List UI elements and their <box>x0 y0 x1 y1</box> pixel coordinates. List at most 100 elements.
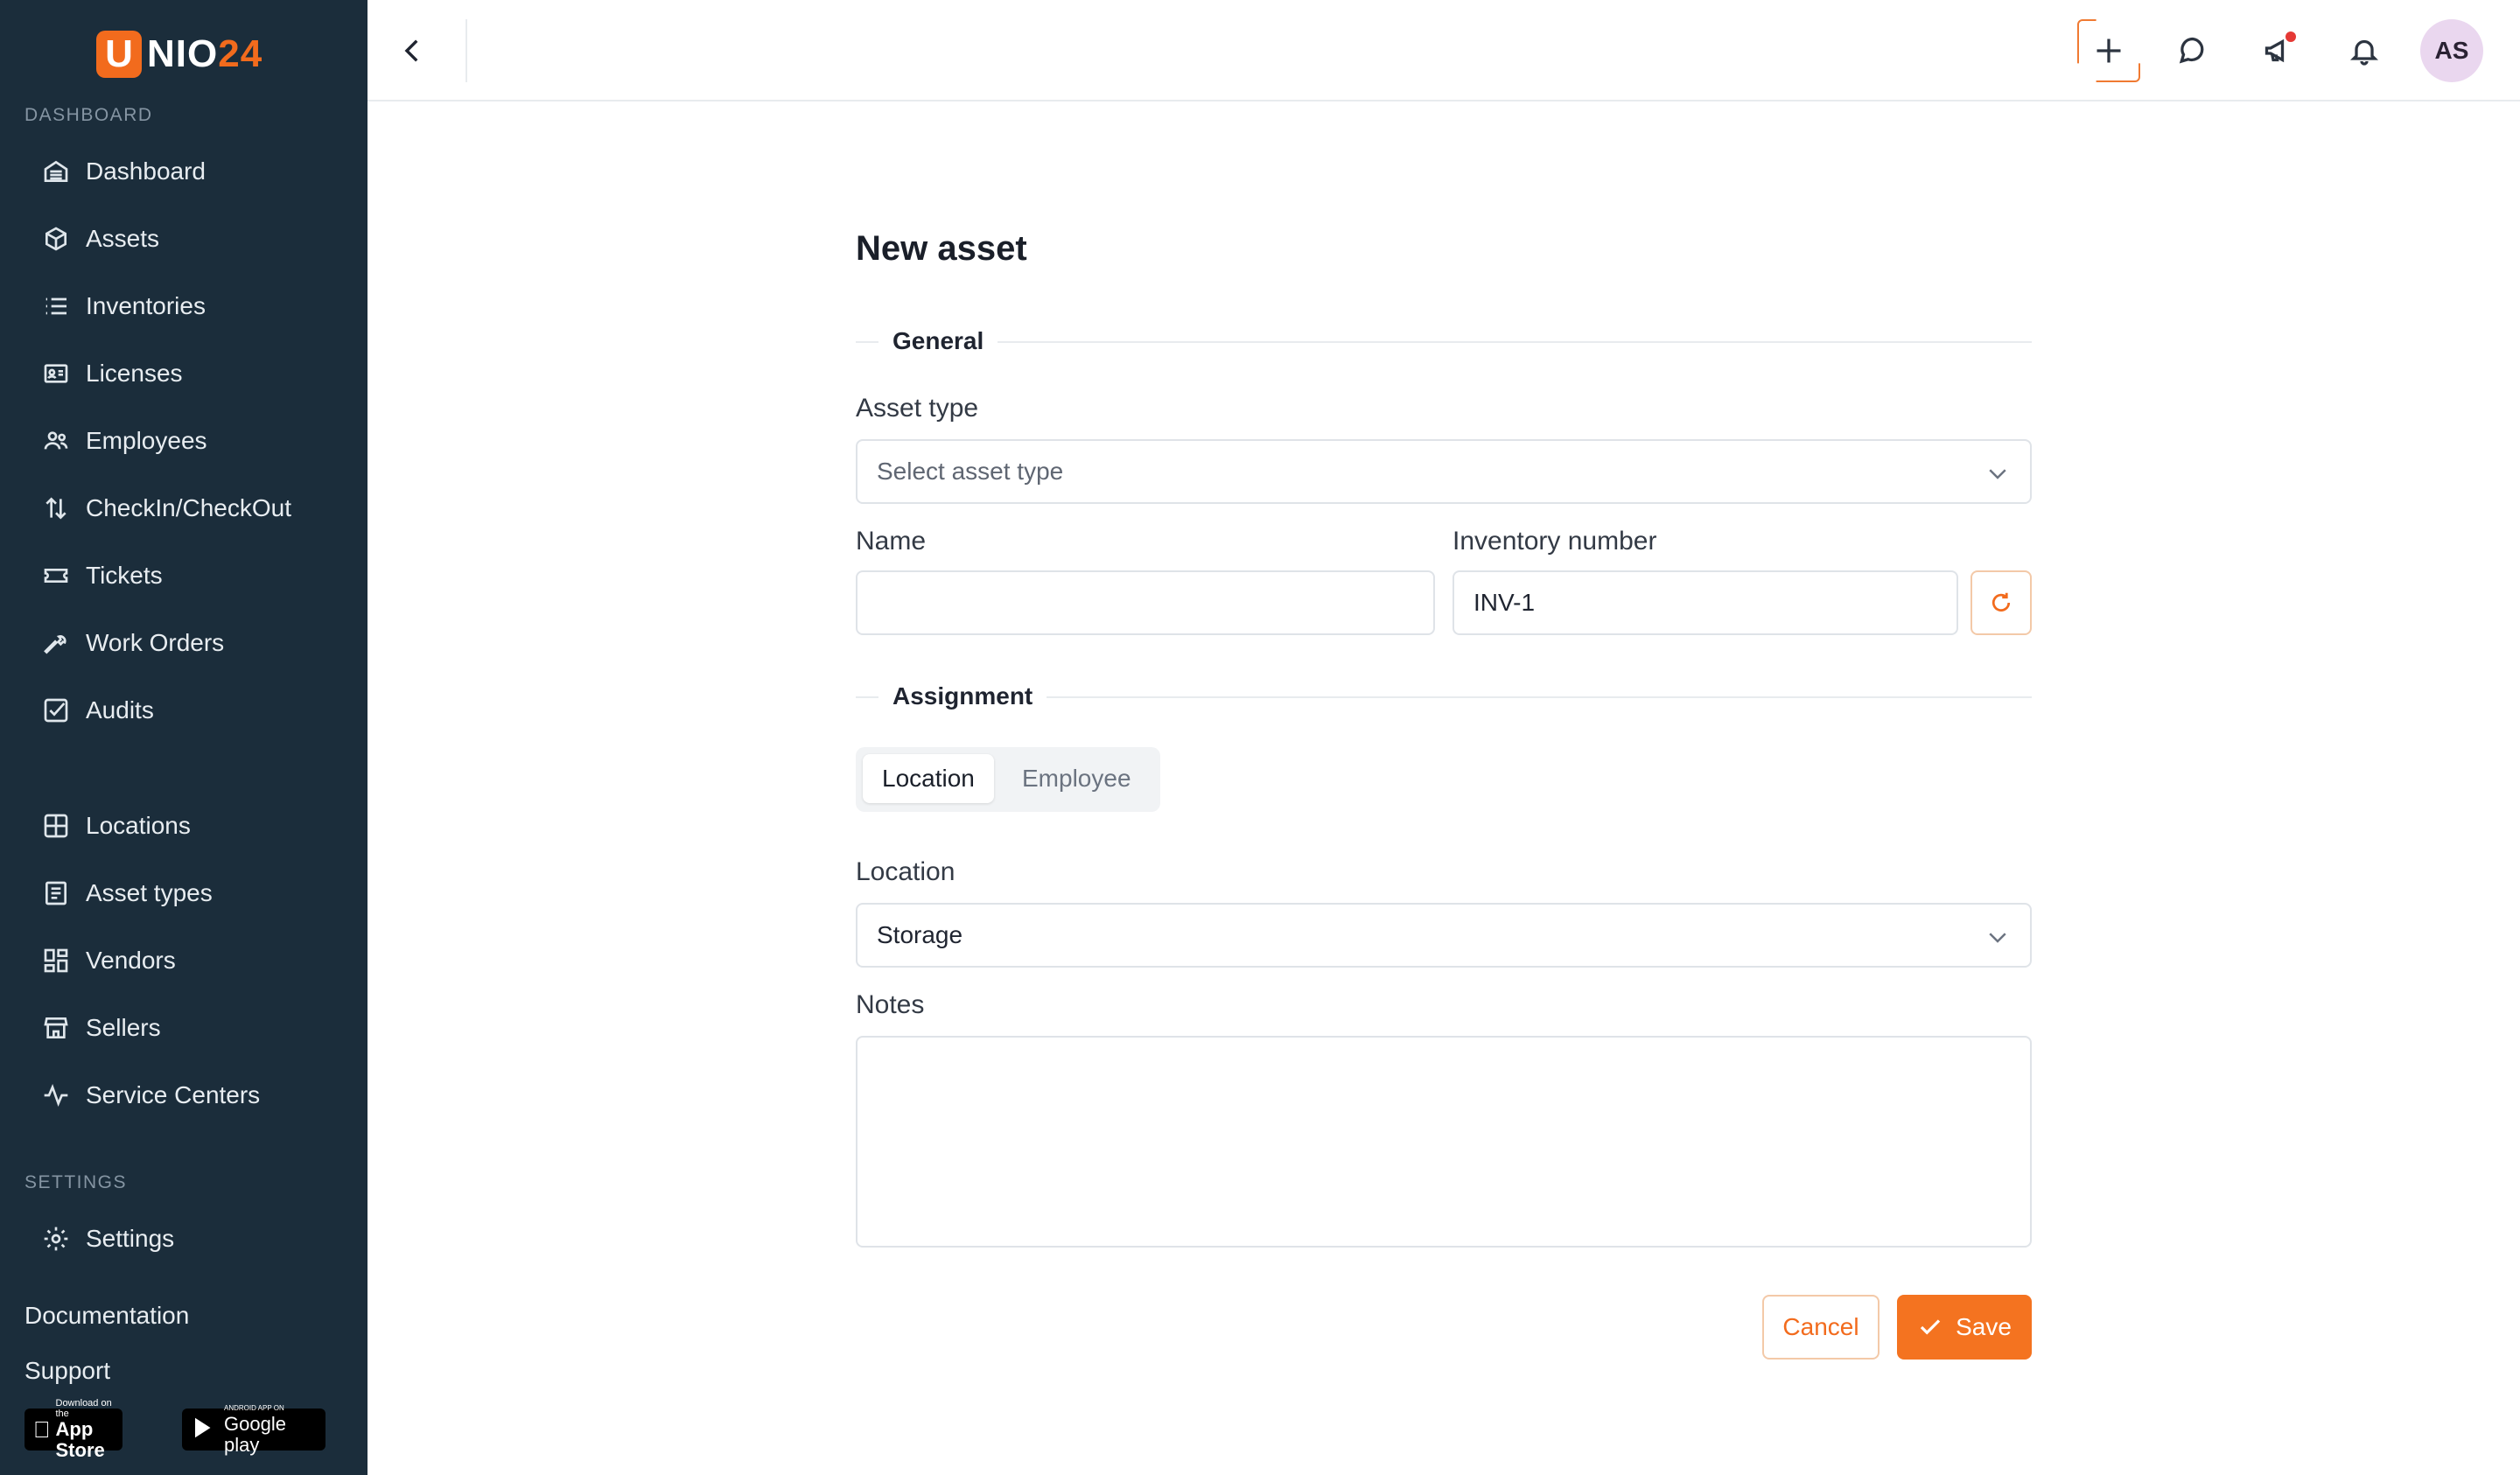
activity-icon <box>38 1078 74 1113</box>
inventory-number-label: Inventory number <box>1452 527 1657 556</box>
sidebar-item-label: CheckIn/CheckOut <box>86 494 291 521</box>
sidebar-item-asset-types[interactable]: Asset types <box>38 869 213 918</box>
sidebar-item-label: Locations <box>86 812 191 839</box>
sidebar-item-audits[interactable]: Audits <box>38 686 154 735</box>
chevron-down-icon <box>1989 933 2006 943</box>
sidebar-item-work-orders[interactable]: Work Orders <box>38 619 224 668</box>
sidebar-item-checkin-checkout[interactable]: CheckIn/CheckOut <box>38 484 291 533</box>
inventory-number-input[interactable]: INV-1 <box>1452 570 1958 635</box>
back-button[interactable] <box>388 26 438 75</box>
google-play-big-text: Google play <box>224 1413 286 1456</box>
gear-icon <box>38 1221 74 1256</box>
id-card-icon <box>38 356 74 391</box>
sidebar-item-label: Vendors <box>86 947 176 974</box>
sidebar-item-service-centers[interactable]: Service Centers <box>38 1071 260 1120</box>
page-title: New asset <box>856 229 1027 268</box>
notifications-button[interactable] <box>2338 24 2390 77</box>
bell-icon <box>2350 39 2378 66</box>
app-store-big-text: App Store <box>38 1413 105 1461</box>
location-value: Storage <box>877 921 963 948</box>
chat-icon <box>2179 37 2204 64</box>
sidebar-item-dashboard[interactable]: Dashboard <box>38 147 206 196</box>
assign-tab-location[interactable]: Location <box>863 754 994 803</box>
section-label-dashboard: DASHBOARD <box>24 105 153 125</box>
check-icon <box>1920 1319 1941 1335</box>
sidebar-item-label: Licenses <box>86 360 183 387</box>
general-divider <box>856 341 2032 343</box>
notes-textarea[interactable] <box>856 1036 2032 1248</box>
sidebar-item-label: Settings <box>86 1225 175 1252</box>
brand-logo[interactable]: U NIO24 <box>96 30 262 79</box>
arrows-updown-icon <box>38 491 74 526</box>
add-button[interactable] <box>2082 24 2135 77</box>
app-store-badge[interactable]:  Download on the App Store <box>24 1398 122 1461</box>
chevron-left-icon <box>404 39 418 62</box>
top-divider <box>466 19 467 82</box>
grid-icon <box>38 808 74 843</box>
sidebar-item-label: Asset types <box>86 879 213 906</box>
google-play-text: ANDROID APP ON Google play <box>224 1403 317 1456</box>
sidebar-item-label: Work Orders <box>86 629 225 656</box>
sidebar-item-locations[interactable]: Locations <box>38 801 191 850</box>
chat-button[interactable] <box>2166 24 2219 77</box>
sidebar-item-label: Assets <box>86 225 160 252</box>
sidebar-item-label: Dashboard <box>86 157 206 185</box>
assignment-legend: Assignment <box>878 682 1047 710</box>
save-label: Save <box>1956 1313 2012 1340</box>
asset-type-placeholder: Select asset type <box>877 458 1064 485</box>
sidebar-item-licenses[interactable]: Licenses <box>38 349 183 398</box>
box-icon <box>38 221 74 256</box>
sidebar-item-inventories[interactable]: Inventories <box>38 282 206 331</box>
people-icon <box>38 423 74 458</box>
save-button[interactable]: Save <box>1897 1295 2032 1360</box>
asset-type-label: Asset type <box>856 394 979 423</box>
sidebar-item-label: Service Centers <box>86 1081 261 1108</box>
announcements-button[interactable] <box>2252 24 2305 77</box>
sidebar-item-label: Audits <box>86 696 154 724</box>
notes-label: Notes <box>856 990 925 1019</box>
sidebar-item-sellers[interactable]: Sellers <box>38 1003 161 1052</box>
support-link[interactable]: Support <box>24 1357 110 1385</box>
sidebar-item-vendors[interactable]: Vendors <box>38 936 176 985</box>
assignment-toggle: Location Employee <box>856 747 1160 812</box>
plus-icon <box>2096 38 2121 63</box>
sidebar-item-settings[interactable]: Settings <box>38 1214 174 1263</box>
logo-letter: U <box>96 31 142 78</box>
assign-tab-employee[interactable]: Employee <box>1003 754 1151 803</box>
asset-type-select[interactable]: Select asset type <box>856 439 2032 504</box>
apple-icon:  <box>33 1416 51 1444</box>
check-square-icon <box>38 693 74 728</box>
location-label: Location <box>856 857 956 886</box>
store-icon <box>38 1010 74 1045</box>
documentation-link[interactable]: Documentation <box>24 1302 189 1330</box>
play-icon <box>191 1415 217 1445</box>
google-play-badge[interactable]: ANDROID APP ON Google play <box>182 1404 326 1456</box>
regenerate-inventory-button[interactable] <box>1970 570 2032 635</box>
chevron-down-icon <box>1989 469 2006 479</box>
dashboard-icon <box>38 154 74 189</box>
name-input[interactable] <box>856 570 1435 635</box>
sidebar-item-assets[interactable]: Assets <box>38 214 159 263</box>
sidebar-item-tickets[interactable]: Tickets <box>38 551 163 600</box>
apps-icon <box>38 943 74 978</box>
sidebar-item-label: Employees <box>86 427 207 454</box>
document-icon <box>38 876 74 911</box>
sidebar-item-label: Tickets <box>86 562 163 589</box>
location-select[interactable]: Storage <box>856 903 2032 968</box>
sidebar-item-employees[interactable]: Employees <box>38 416 207 465</box>
user-avatar[interactable]: AS <box>2420 19 2483 82</box>
app-store-small-text: Download on the <box>38 1398 112 1419</box>
logo-word: NIO <box>147 32 219 75</box>
refresh-icon <box>1992 592 2011 612</box>
app-store-text: Download on the App Store <box>56 1398 115 1461</box>
wrench-icon <box>38 626 74 661</box>
top-bar: AS <box>368 0 2520 101</box>
name-label: Name <box>856 527 927 556</box>
ticket-icon <box>38 558 74 593</box>
sidebar-item-label: Inventories <box>86 292 206 319</box>
logo-number: 24 <box>218 32 263 75</box>
sidebar: U NIO24 DASHBOARD Dashboard Assets Inven… <box>0 0 368 1475</box>
general-legend: General <box>878 327 998 355</box>
sidebar-item-label: Sellers <box>86 1014 161 1041</box>
cancel-button[interactable]: Cancel <box>1762 1295 1880 1360</box>
